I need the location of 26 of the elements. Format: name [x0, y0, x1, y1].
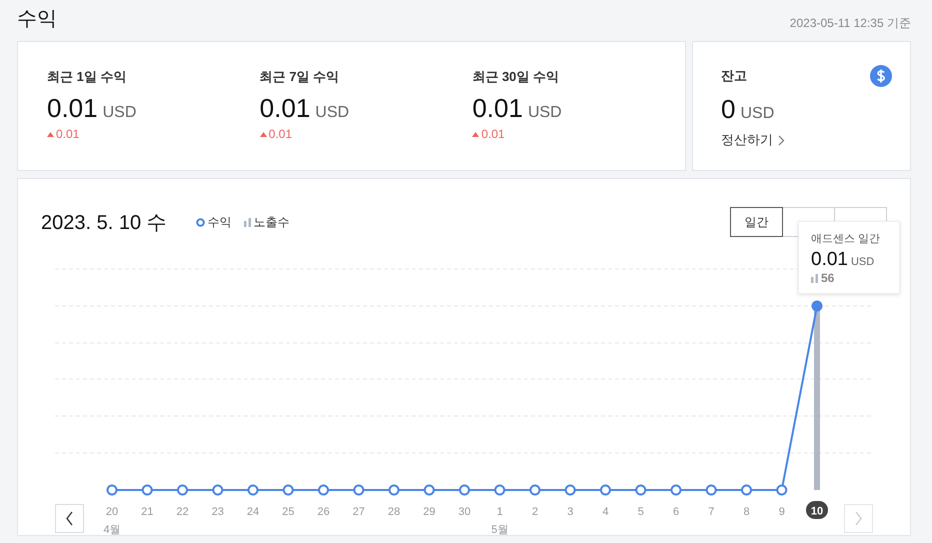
legend-label: 노출수: [254, 214, 290, 231]
legend-label: 수익: [208, 214, 232, 231]
month-label: 5월: [491, 524, 508, 535]
change-value: 0.01: [56, 127, 80, 141]
updated-time: 2023-05-11 12:35 기준: [790, 15, 911, 32]
stat-label: 최근 30일 수익: [472, 68, 560, 86]
stat-label: 최근 7일 수익: [260, 68, 340, 86]
unit-label: USD: [528, 104, 562, 122]
tooltip-title: 애드센스 일간: [811, 232, 882, 246]
stat-value: 0.01: [260, 93, 310, 124]
change-value: 0.01: [481, 127, 505, 141]
unit-label: USD: [740, 105, 774, 123]
month-label: 4월: [103, 524, 121, 535]
unit-label: USD: [315, 104, 350, 122]
chart-date: 2023. 5. 10 수: [41, 211, 167, 236]
balance-value: 0: [721, 94, 736, 125]
impressions-count: 56: [821, 271, 834, 285]
stat-value: 0.01: [472, 93, 523, 124]
balance-label: 잔고: [721, 67, 747, 85]
stat-label: 최근 1일 수익: [47, 68, 128, 86]
change-value: 0.01: [268, 127, 292, 141]
unit-label: USD: [850, 256, 874, 268]
tooltip-value: 0.01: [811, 249, 848, 271]
unit-label: USD: [102, 104, 136, 122]
page-title: 수익: [17, 7, 57, 32]
stat-value: 0.01: [47, 93, 98, 124]
